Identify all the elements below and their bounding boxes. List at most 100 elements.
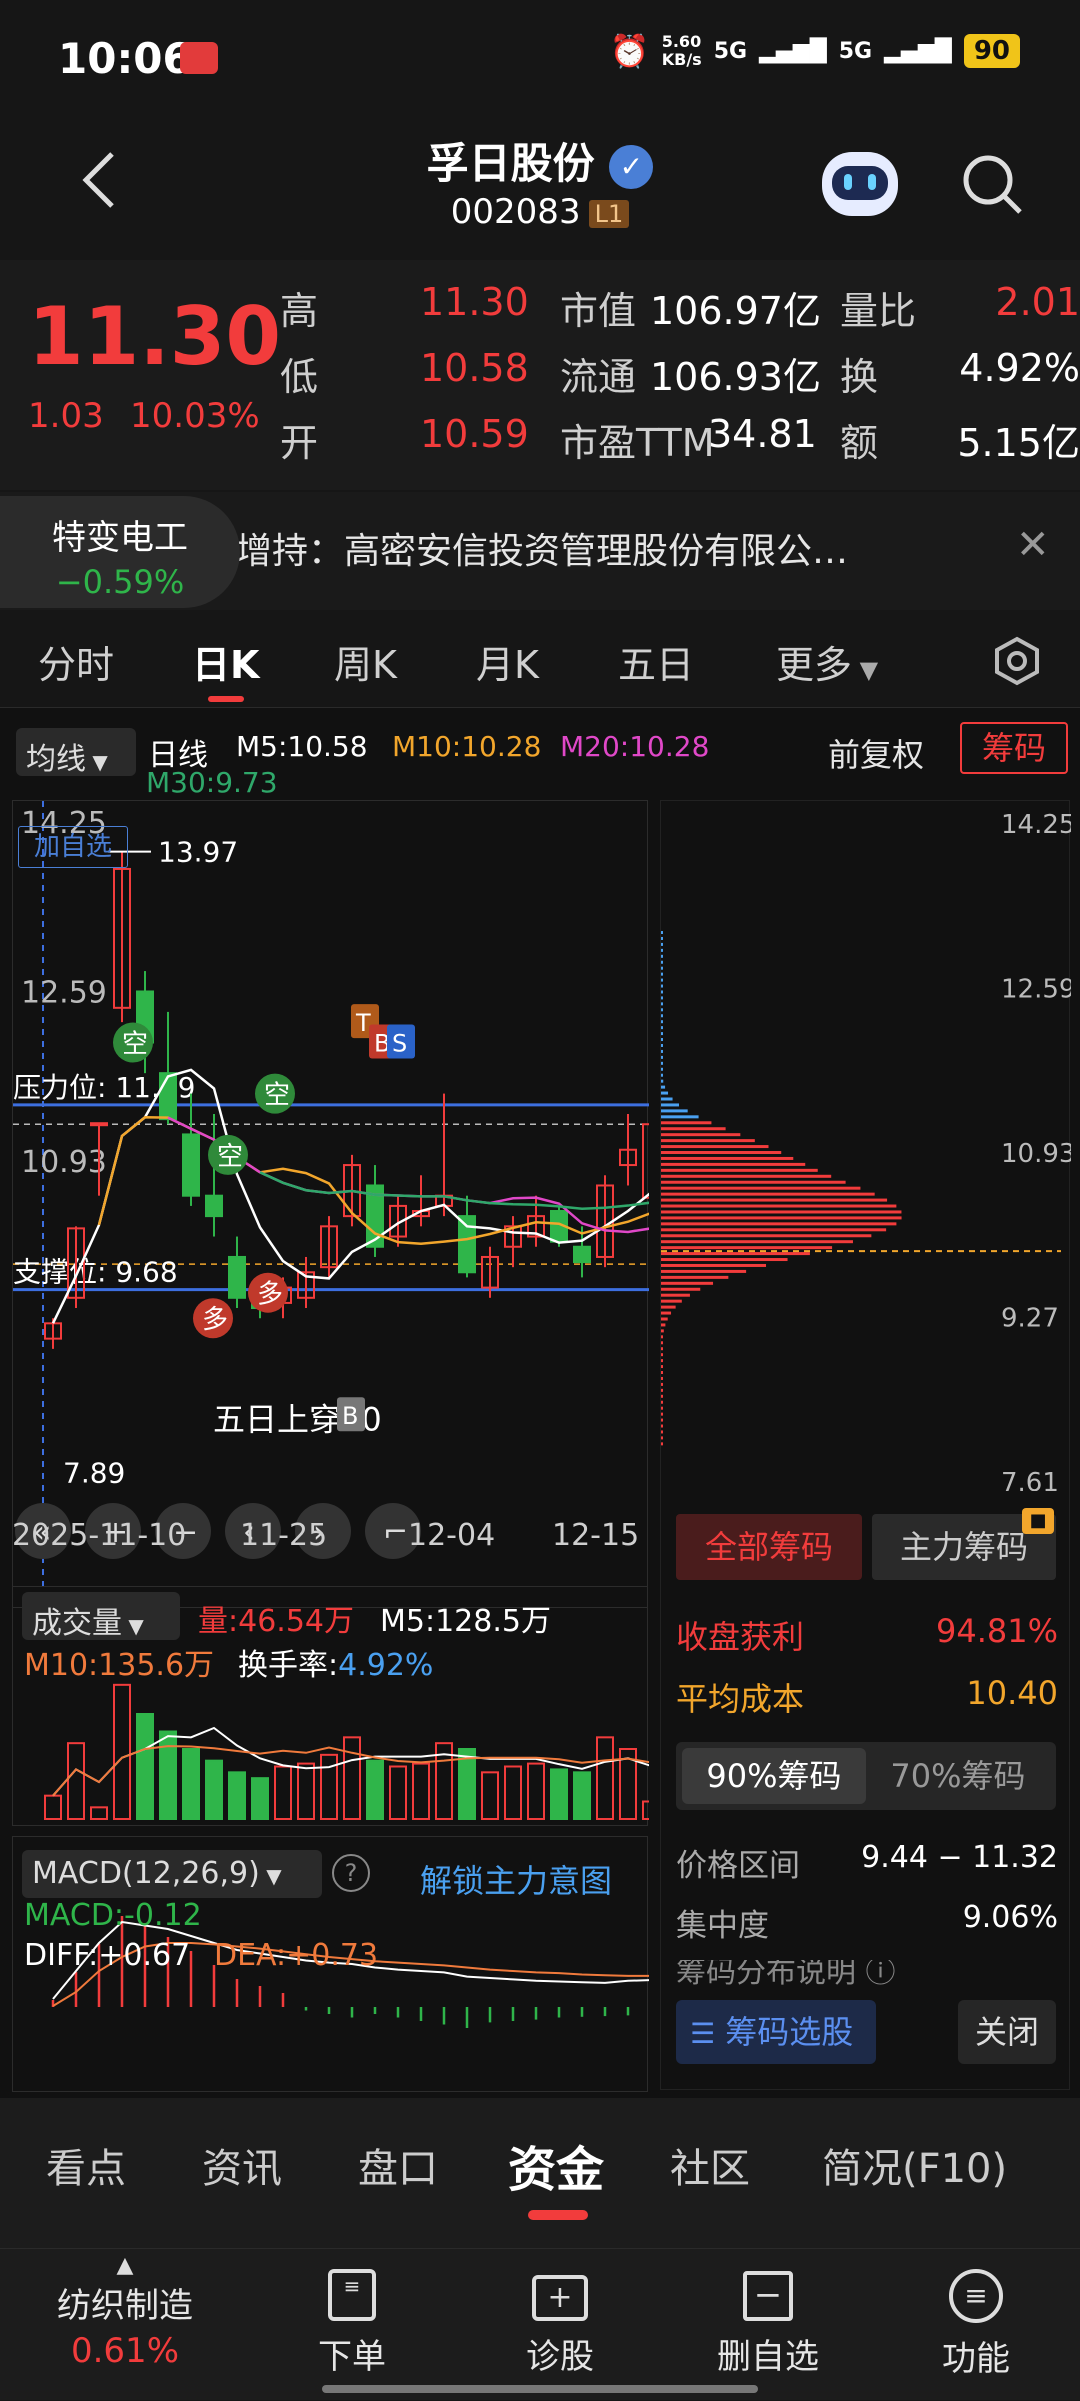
tab-monthly[interactable]: 月K	[476, 634, 539, 689]
volume-selector[interactable]: 成交量 ▼	[22, 1592, 180, 1641]
volume-bar	[412, 1762, 430, 1820]
volume-bar	[228, 1771, 246, 1820]
volume-bar	[366, 1759, 384, 1821]
tab-capital[interactable]: 资金	[508, 2130, 604, 2200]
caret-down-icon: ▼	[852, 656, 879, 684]
dea-value: DEA:+0.73	[214, 1938, 379, 1973]
chip-y-label: 12.59	[1001, 975, 1071, 1005]
concentration-label: 集中度	[676, 1908, 769, 1944]
support-label: 支撑位: 9.68	[13, 1256, 178, 1289]
order-button[interactable]: ≡ 下单	[262, 2269, 442, 2378]
tab-profile[interactable]: 简况(F10)	[822, 2136, 1007, 2194]
tab-weekly[interactable]: 周K	[334, 634, 397, 689]
tab-community[interactable]: 社区	[670, 2136, 750, 2194]
volume-bar	[573, 1771, 591, 1820]
chip-bar	[661, 1026, 663, 1030]
tab-orderbook[interactable]: 盘口	[358, 2136, 438, 2194]
kong-badge-text: 空	[122, 1030, 148, 1060]
profit-value: 94.81%	[935, 1612, 1058, 1650]
turnover-rate-label: 换手率:	[238, 1648, 339, 1683]
low-label: 低	[280, 355, 319, 399]
chip-bar	[661, 1133, 741, 1137]
tab-news[interactable]: 资讯	[202, 2136, 282, 2194]
diagnose-button[interactable]: + 诊股	[470, 2269, 650, 2378]
chip-bar	[661, 1388, 663, 1392]
chip-close-button[interactable]: 关闭	[958, 2000, 1056, 2064]
kline-panel[interactable]: 14.25 12.59 10.93 压力位: 11.49 支撑位: 9.68 13.97 7…	[12, 800, 660, 1609]
caret-down-icon: ▼	[86, 750, 108, 774]
add-watch-button[interactable]: 加自选	[18, 826, 128, 868]
close-icon[interactable]: ✕	[1016, 522, 1050, 568]
chip-bar	[661, 1008, 663, 1012]
diagnose-icon: +	[532, 2275, 588, 2321]
chip-panel: 14.25 12.59 10.93 9.27 7.61	[660, 800, 1075, 2090]
price-change: 1.03	[28, 396, 104, 436]
status-bar: 10:06 ⏰ 5.60 KB/s 5G ▂▄▆█ 5G ▂▄▆█ 90	[0, 0, 1080, 118]
volume-bar	[642, 1800, 660, 1820]
volume-bar	[550, 1768, 568, 1821]
tab-intraday[interactable]: 分时	[38, 634, 114, 689]
macd-selector[interactable]: MACD(12,26,9) ▼	[22, 1850, 322, 1898]
chip-bar	[661, 1073, 663, 1077]
status-icons: ⏰ 5.60 KB/s 5G ▂▄▆█ 5G ▂▄▆█ 90	[610, 32, 1020, 70]
verified-icon: ✓	[609, 144, 654, 189]
home-indicator	[322, 2385, 758, 2393]
chip-bar	[661, 1275, 729, 1279]
kong-badge-text: 空	[217, 1142, 243, 1172]
news-text[interactable]: 增持：高密安信投资管理股份有限公…	[236, 522, 848, 574]
chip-bar	[661, 1198, 888, 1202]
diff-value: DIFF:+0.67	[24, 1938, 191, 1973]
adjust-label[interactable]: 前复权	[828, 730, 924, 776]
chip-bar	[661, 1341, 663, 1345]
unlock-intent-link[interactable]: 解锁主力意图	[420, 1856, 612, 1902]
info-tabs: 看点 资讯 盘口 资金 社区 简况(F10)	[0, 2098, 1080, 2248]
chip-bar	[661, 1365, 663, 1369]
chip90-tab[interactable]: 90%筹码	[682, 1748, 866, 1804]
diagnose-label: 诊股	[526, 2337, 594, 2377]
ma10-value: M10:10.28	[392, 730, 542, 763]
clock: 10:06	[58, 34, 192, 83]
search-icon[interactable]	[960, 152, 1026, 218]
tab-five-day[interactable]: 五日	[618, 634, 694, 689]
low-annotation: 7.89	[63, 1456, 125, 1489]
remove-watch-button[interactable]: − 删自选	[678, 2269, 858, 2378]
candle-body	[159, 1072, 177, 1121]
chip-bar	[661, 1186, 861, 1190]
chip-bar	[661, 1216, 902, 1220]
kline-svg: 14.2512.5910.93压力位: 11.49支撑位: 9.6813.977…	[13, 801, 660, 1609]
price-change-pct: 10.03%	[130, 396, 260, 436]
chip70-tab[interactable]: 70%筹码	[866, 1748, 1050, 1804]
tab-more[interactable]: 更多 ▼	[776, 634, 878, 689]
sector-change: 0.61%	[70, 2331, 179, 2371]
chip-toggle-button[interactable]: 筹码	[960, 722, 1068, 774]
bottom-dock: ▲ 纺织制造 0.61% ≡ 下单 + 诊股 − 删自选 ≡ 功能	[0, 2248, 1080, 2400]
s-badge-text: S	[392, 1030, 407, 1058]
chip-bar	[661, 1353, 663, 1357]
high-annotation: 13.97	[158, 836, 238, 869]
tab-highlights[interactable]: 看点	[46, 2136, 126, 2194]
menu-icon: ≡	[949, 2269, 1003, 2323]
functions-button[interactable]: ≡ 功能	[886, 2269, 1066, 2380]
ma-selector[interactable]: 均线 ▼	[16, 728, 136, 777]
tab-daily[interactable]: 日K	[192, 634, 259, 689]
chip-note-link[interactable]: 筹码分布说明 ⓘ	[676, 1960, 896, 1986]
chip-bar	[661, 1252, 810, 1256]
chip-select-label: 筹码选股	[725, 2013, 854, 2051]
chip-bar	[661, 990, 663, 994]
sector-chip[interactable]: ▲ 纺织制造 0.61%	[0, 2249, 250, 2401]
chip-bar	[661, 1014, 663, 1018]
turnover-rate: 换手率:4.92%	[238, 1640, 433, 1684]
macd-value: MACD:-0.12	[24, 1898, 202, 1933]
all-chip-tab[interactable]: 全部筹码	[676, 1514, 862, 1580]
help-icon[interactable]: ?	[332, 1854, 370, 1892]
settings-icon[interactable]	[992, 636, 1042, 686]
volume-bar	[527, 1762, 545, 1820]
robot-assistant-icon[interactable]	[822, 152, 898, 216]
chip-y-label: 9.27	[1001, 1304, 1059, 1334]
volume-bar	[343, 1736, 361, 1820]
price-range-label: 价格区间	[676, 1848, 800, 1884]
peer-stock-chip[interactable]: 特变电工 −0.59%	[0, 496, 240, 608]
chip-select-button[interactable]: ☰ 筹码选股	[676, 2000, 876, 2064]
chip-bar	[661, 1234, 872, 1238]
chip-bar	[661, 1192, 875, 1196]
